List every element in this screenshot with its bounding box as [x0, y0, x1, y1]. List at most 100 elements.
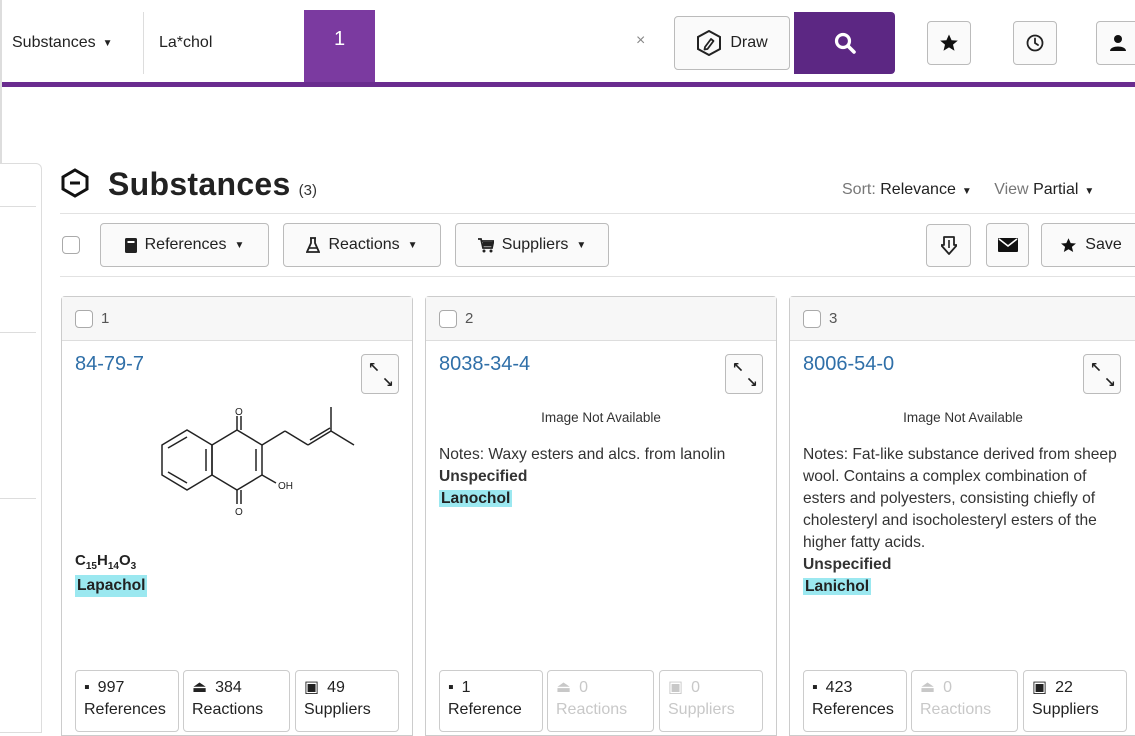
sort-controls: Sort: Relevance ▼ View Partial ▼	[842, 181, 1112, 199]
chemical-structure-image: O O OH	[161, 407, 355, 518]
references-stat[interactable]: ▪ 423 References	[803, 670, 907, 732]
filter-sidebar	[0, 163, 42, 733]
star-icon	[1061, 237, 1077, 252]
oxygen-label: O	[235, 407, 243, 418]
flask-icon: ⏏	[556, 679, 572, 696]
expand-button[interactable]: ↖ ↘	[1083, 354, 1121, 394]
sidebar-divider	[0, 332, 36, 333]
reactions-count: 0	[943, 679, 953, 696]
card-header: 3	[790, 297, 1135, 341]
suppliers-count: 49	[327, 679, 345, 696]
substance-name: Lanichol	[803, 578, 872, 595]
book-icon: ▪	[84, 679, 90, 696]
account-button[interactable]	[1096, 21, 1135, 65]
result-checkbox[interactable]	[75, 309, 93, 328]
pencil-hexagon-icon	[697, 30, 722, 56]
substance-name: Lanochol	[439, 490, 513, 507]
draw-structure-button[interactable]: Draw	[674, 16, 790, 70]
reactions-dropdown[interactable]: Reactions ▼	[283, 223, 441, 267]
reactions-stat-label: Reactions	[192, 701, 264, 718]
reactions-count: 384	[215, 679, 242, 696]
arrow-down-right-icon: ↘	[382, 374, 394, 390]
reactions-stat: ⏏ 0 Reactions	[911, 670, 1018, 732]
suppliers-stat-label: Suppliers	[304, 701, 371, 718]
flask-icon: ⏏	[920, 679, 936, 696]
suppliers-label: Suppliers	[501, 236, 569, 253]
history-button[interactable]	[1013, 21, 1057, 65]
sidebar-divider	[0, 206, 36, 207]
result-checkbox[interactable]	[439, 309, 457, 328]
cas-number-link[interactable]: 8006-54-0	[803, 353, 894, 376]
card-header: 1	[62, 297, 412, 341]
references-label: References	[144, 236, 227, 253]
suppliers-stat-label: Suppliers	[668, 701, 735, 718]
references-stat[interactable]: ▪ 1 Reference	[439, 670, 543, 732]
notes-text: Notes: Waxy esters and alcs. from lanoli…	[439, 446, 726, 463]
references-count: 997	[97, 679, 125, 696]
user-icon	[1110, 35, 1126, 51]
references-count: 423	[825, 679, 853, 696]
card-header: 2	[426, 297, 776, 341]
references-dropdown[interactable]: References ▼	[100, 223, 269, 267]
view-select[interactable]: Partial	[1033, 181, 1078, 198]
chevron-down-icon: ▼	[234, 239, 245, 251]
save-label: Save	[1085, 236, 1122, 253]
search-type-select[interactable]: Substances ▼	[4, 12, 144, 74]
download-button[interactable]	[926, 224, 971, 267]
references-stat-label: References	[84, 701, 166, 718]
page-title: Substances	[108, 166, 291, 202]
book-icon: ▪	[812, 679, 818, 696]
arrow-down-right-icon: ↘	[746, 374, 758, 390]
suppliers-count: 0	[691, 679, 701, 696]
search-input[interactable]	[145, 12, 668, 74]
reactions-stat[interactable]: ⏏ 384 Reactions	[183, 670, 290, 732]
select-all-checkbox[interactable]	[62, 236, 80, 254]
reactions-stat-label: Reactions	[556, 701, 628, 718]
result-checkbox[interactable]	[803, 309, 821, 328]
substance-notes: Notes: Fat-like substance derived from s…	[803, 444, 1125, 598]
stereo-spec: Unspecified	[439, 468, 528, 485]
search-type-label: Substances	[12, 34, 96, 51]
sort-select[interactable]: Relevance	[880, 181, 956, 198]
cas-number-link[interactable]: 84-79-7	[75, 353, 144, 376]
save-button[interactable]: Save	[1041, 223, 1135, 267]
flask-icon	[306, 237, 321, 253]
suppliers-stat[interactable]: ▣ 22 Suppliers	[1023, 670, 1127, 732]
reactions-stat: ⏏ 0 Reactions	[547, 670, 654, 732]
search-bar: Substances ▼ 1 × Draw	[0, 0, 1135, 87]
book-icon	[124, 237, 137, 253]
sort-label: Sort:	[842, 181, 876, 198]
envelope-icon	[997, 238, 1018, 252]
expand-button[interactable]: ↖ ↘	[725, 354, 763, 394]
search-button[interactable]	[794, 12, 895, 74]
cart-icon	[477, 237, 494, 252]
arrow-up-left-icon: ↖	[732, 359, 744, 375]
view-label: View	[994, 181, 1029, 198]
expand-button[interactable]: ↖ ↘	[361, 354, 399, 394]
suppliers-stat: ▣ 0 Suppliers	[659, 670, 763, 732]
notes-text: Notes: Fat-like substance derived from s…	[803, 446, 1117, 551]
oxygen-label: O	[235, 507, 243, 518]
email-button[interactable]	[986, 223, 1029, 267]
divider	[60, 276, 1135, 277]
results-heading: Substances (3)	[60, 165, 317, 203]
references-stat[interactable]: ▪ 997 References	[75, 670, 179, 732]
chevron-down-icon: ▼	[576, 239, 587, 251]
search-icon	[834, 32, 856, 54]
cart-icon: ▣	[304, 679, 320, 696]
clear-search-button[interactable]: ×	[636, 32, 645, 50]
substance-notes: Notes: Waxy esters and alcs. from lanoli…	[439, 444, 764, 510]
molecular-formula: C15H14O3	[75, 552, 137, 572]
arrow-up-left-icon: ↖	[368, 359, 380, 375]
download-icon	[940, 235, 957, 255]
sidebar-divider	[0, 498, 36, 499]
suppliers-dropdown[interactable]: Suppliers ▼	[455, 223, 609, 267]
suppliers-stat[interactable]: ▣ 49 Suppliers	[295, 670, 399, 732]
favorites-button[interactable]	[927, 21, 971, 65]
result-index: 3	[829, 310, 838, 327]
cas-number-link[interactable]: 8038-34-4	[439, 353, 530, 376]
flask-icon: ⏏	[192, 679, 208, 696]
image-not-available: Image Not Available	[541, 410, 661, 425]
references-stat-label: References	[812, 701, 894, 718]
cart-icon: ▣	[1032, 679, 1048, 696]
